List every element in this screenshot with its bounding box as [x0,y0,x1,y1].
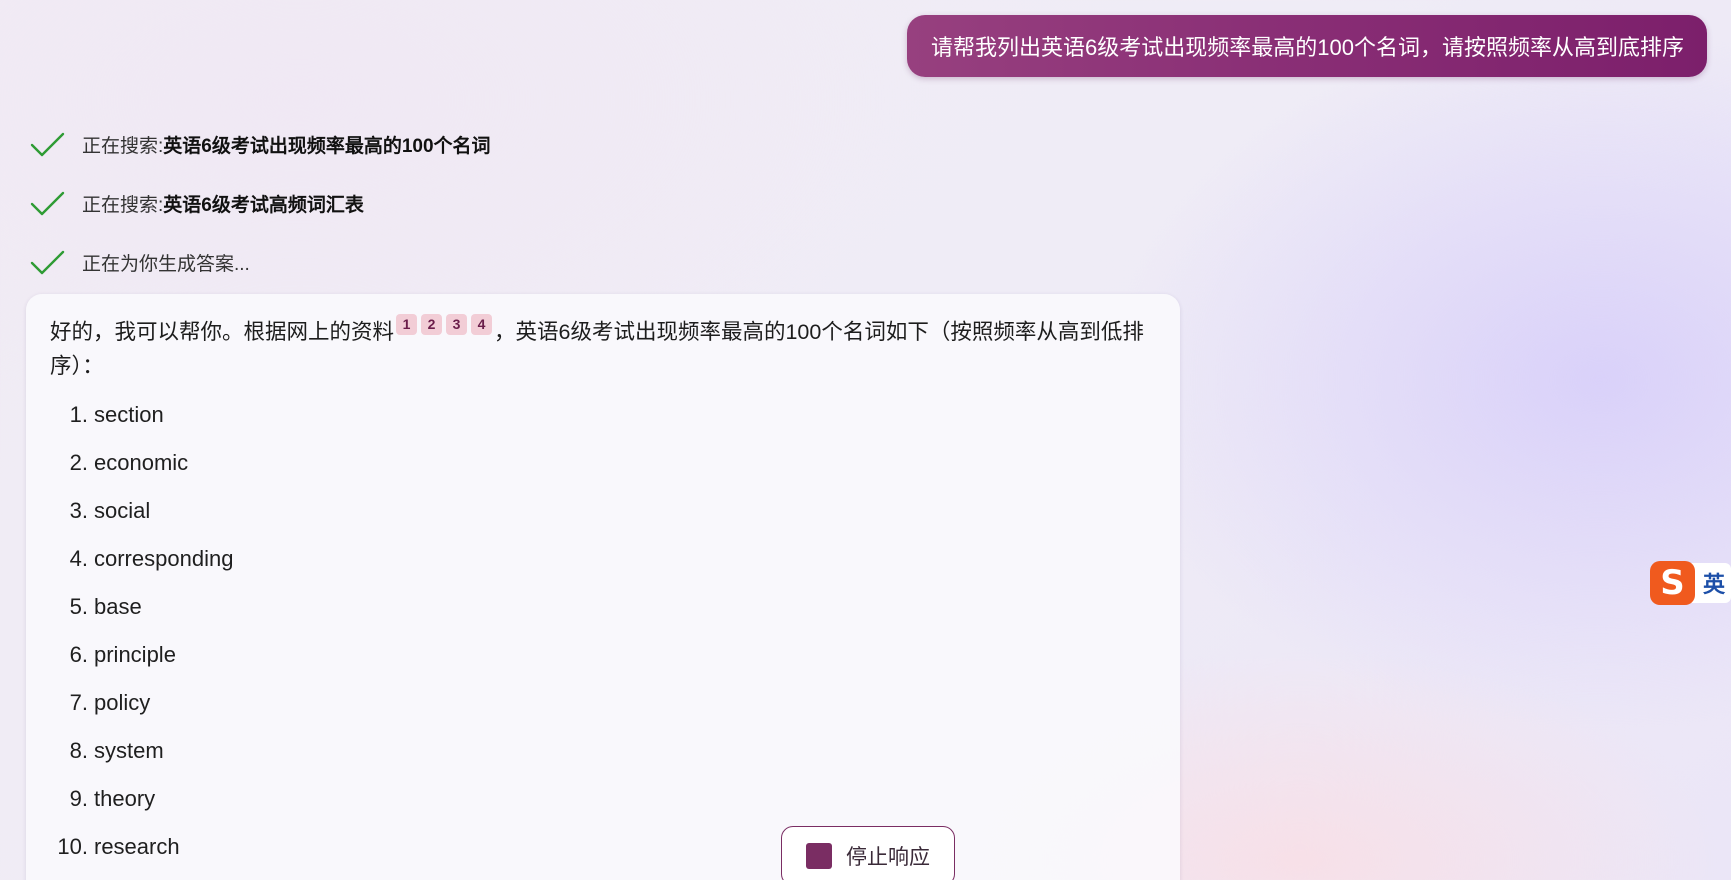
citation-badge-3[interactable]: 3 [446,314,468,335]
list-item-word: policy [94,690,151,715]
list-item: 10. research [50,823,1156,871]
answer-intro: 好的，我可以帮你。根据网上的资料 1 2 3 4 ，英语6级考试出现频率最高的100个名词… [50,314,1156,383]
list-item-number: 7. [69,690,88,715]
progress-steps: 正在搜索: 英语6级考试出现频率最高的100个名词 正在搜索: 英语6级考试高频… [30,115,491,292]
stop-button-label: 停止响应 [846,846,930,869]
citation-badge-1[interactable]: 1 [396,314,418,335]
list-item-word: section [94,402,164,427]
list-item-number: 4. [69,546,88,571]
step-prefix: 正在为你生成答案... [82,254,250,275]
list-item-word: social [94,498,151,523]
step-prefix: 正在搜索: [82,195,164,216]
list-item: 5. base [50,583,1156,631]
list-item: 6. principle [50,631,1156,679]
list-item: 1. section [50,391,1156,439]
list-item-word: research [94,834,180,859]
citation-badge-2[interactable]: 2 [421,314,443,335]
list-item-word: principle [94,642,176,667]
step-query: 英语6级考试出现频率最高的100个名词 [163,136,491,157]
ime-mode-label[interactable]: 英 [1688,563,1731,603]
check-icon [30,130,66,160]
list-item: 8. system [50,727,1156,775]
citation-badge-4[interactable]: 4 [471,314,493,335]
check-icon [30,189,66,219]
generating-step: 正在为你生成答案... [30,233,491,292]
list-item-number: 3. [69,498,88,523]
list-item-number: 8. [69,738,88,763]
list-item-number: 10. [57,834,88,859]
ime-widget[interactable]: S 英 [1650,558,1731,608]
user-message-text: 请帮我列出英语6级考试出现频率最高的100个名词，请按照频率从高到底排序 [931,35,1684,60]
list-item-number: 2. [69,450,88,475]
list-item-number: 1. [69,402,88,427]
intro-text: 好的，我可以帮你。根据网上的资料 [50,320,395,344]
user-message-bubble: 请帮我列出英语6级考试出现频率最高的100个名词，请按照频率从高到底排序 [907,15,1707,77]
stop-responding-button[interactable]: 停止响应 [781,826,955,880]
stop-square-icon [806,843,832,869]
list-item-word: corresponding [94,546,234,571]
list-item-number: 9. [69,786,88,811]
sogou-logo-icon[interactable]: S [1650,561,1695,605]
list-item-word: economic [94,450,189,475]
list-item-number: 5. [69,594,88,619]
search-step-1: 正在搜索: 英语6级考试出现频率最高的100个名词 [30,115,491,174]
list-item: 3. social [50,487,1156,535]
list-item-word: base [94,594,142,619]
list-item-word: theory [94,786,156,811]
search-step-2: 正在搜索: 英语6级考试高频词汇表 [30,174,491,233]
list-item: 4. corresponding [50,535,1156,583]
list-item: 7. policy [50,679,1156,727]
step-prefix: 正在搜索: [82,136,164,157]
list-item-word: system [94,738,164,763]
answer-card: 好的，我可以帮你。根据网上的资料 1 2 3 4 ，英语6级考试出现频率最高的100个名词… [26,294,1180,880]
step-query: 英语6级考试高频词汇表 [163,195,364,216]
check-icon [30,248,66,278]
list-item: 9. theory [50,775,1156,823]
list-item: 2. economic [50,439,1156,487]
noun-list: 1. section 2. economic 3. social 4. correspo… [50,391,1156,871]
list-item-number: 6. [69,642,88,667]
